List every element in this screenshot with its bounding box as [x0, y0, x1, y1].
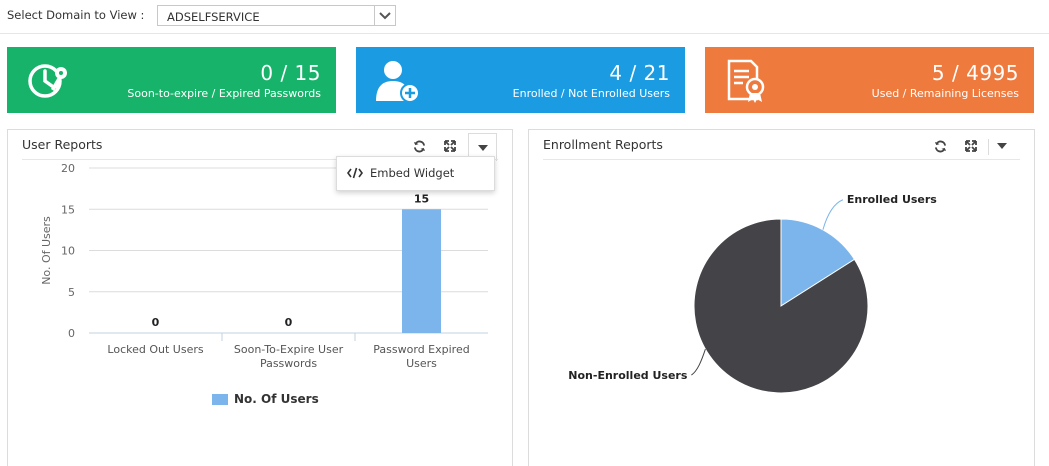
y-tick-label: 0	[68, 327, 75, 340]
data-label: 15	[414, 192, 429, 205]
x-tick-label: Locked Out Users	[107, 343, 203, 356]
embed-widget-label: Embed Widget	[370, 166, 455, 180]
licenses-card[interactable]: 5 / 4995 Used / Remaining Licenses	[705, 47, 1034, 113]
x-tick-label: Users	[406, 357, 437, 370]
y-tick-label: 15	[61, 203, 75, 216]
user-reports-bar-chart: 0 5 10 15 20 No. Of Users 0 Locked Out Users 0 So…	[40, 162, 488, 370]
chevron-down-icon[interactable]	[374, 6, 395, 25]
legend-swatch	[212, 393, 228, 405]
widget-menu-toggle[interactable]	[989, 133, 1015, 159]
legend-label: No. Of Users	[234, 392, 319, 406]
caret-down-icon	[997, 143, 1007, 149]
toolbar-separator	[988, 139, 989, 155]
expired-passwords-value: 0 / 15	[260, 61, 321, 85]
refresh-icon[interactable]	[927, 133, 953, 159]
user-add-icon	[376, 59, 420, 103]
pie-label: Non-Enrolled Users	[568, 369, 688, 382]
bar	[402, 209, 441, 333]
licenses-value: 5 / 4995	[931, 61, 1019, 85]
embed-widget-menu-item[interactable]: Embed Widget	[347, 166, 454, 180]
y-tick-label: 5	[68, 286, 75, 299]
enrolled-users-value: 4 / 21	[609, 61, 670, 85]
x-tick-label: Passwords	[260, 357, 317, 370]
code-icon	[347, 167, 363, 179]
domain-label: Select Domain to View :	[7, 8, 145, 22]
x-tick-label: Soon-To-Expire User	[234, 343, 344, 356]
clock-key-icon	[27, 59, 71, 103]
enrolled-users-card[interactable]: 4 / 21 Enrolled / Not Enrolled Users	[356, 47, 685, 113]
enrolled-users-caption: Enrolled / Not Enrolled Users	[512, 87, 670, 100]
bar-chart-legend[interactable]: No. Of Users	[212, 392, 319, 406]
caret-down-icon	[477, 144, 488, 151]
certificate-icon	[725, 59, 769, 103]
expired-passwords-caption: Soon-to-expire / Expired Passwords	[127, 87, 321, 100]
expired-passwords-card[interactable]: 0 / 15 Soon-to-expire / Expired Password…	[7, 47, 336, 113]
pie-connector	[822, 199, 844, 230]
enrollment-pie-chart: Enrolled Users Non-Enrolled Users	[568, 193, 937, 394]
pie-label: Enrolled Users	[847, 193, 937, 206]
data-label: 0	[285, 316, 293, 329]
y-tick-label: 10	[61, 245, 75, 258]
domain-bar: Select Domain to View : ADSELFSERVICE	[0, 0, 1049, 34]
domain-select[interactable]: ADSELFSERVICE	[157, 5, 396, 26]
enrollment-reports-panel: Enrollment Reports Enrolled Users Non-Enr…	[528, 129, 1035, 466]
x-tick-label: Password Expired	[373, 343, 469, 356]
y-tick-label: 20	[61, 162, 75, 175]
pie-connector	[691, 348, 706, 376]
y-axis-title: No. Of Users	[40, 216, 53, 285]
licenses-caption: Used / Remaining Licenses	[871, 87, 1019, 100]
data-label: 0	[152, 316, 160, 329]
enrollment-reports-title: Enrollment Reports	[543, 137, 663, 152]
user-reports-title: User Reports	[22, 137, 103, 152]
expand-icon[interactable]	[958, 133, 984, 159]
domain-select-value: ADSELFSERVICE	[167, 10, 260, 24]
widget-dropdown-menu: Embed Widget	[336, 156, 495, 191]
